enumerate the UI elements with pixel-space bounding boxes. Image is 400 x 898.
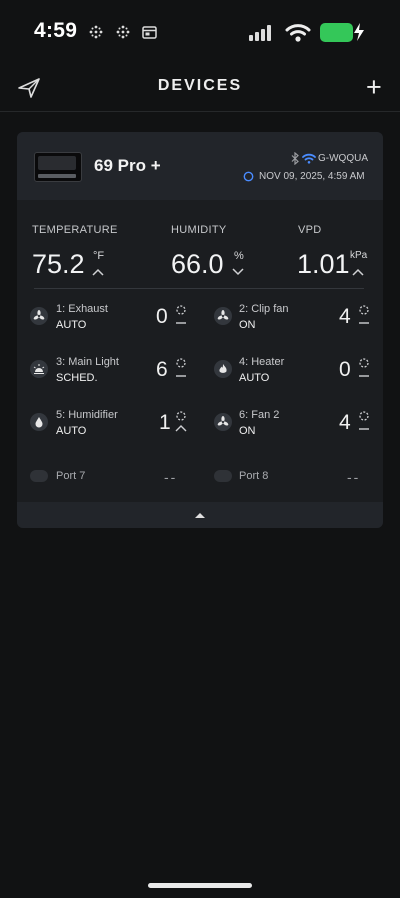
collapse-chevron-icon[interactable] xyxy=(194,511,206,519)
last-update-timestamp: NOV 09, 2025, 4:59 AM xyxy=(259,171,365,182)
port-4-name[interactable]: 4: Heater xyxy=(239,356,284,368)
port-2-name[interactable]: 2: Clip fan xyxy=(239,303,289,315)
sync-status-icon xyxy=(243,171,254,182)
wifi-icon xyxy=(285,24,311,42)
port-4-mode: AUTO xyxy=(239,372,270,384)
page-title: DEVICES xyxy=(157,77,243,94)
empty-port-icon xyxy=(30,470,48,482)
port-2-level: 4 xyxy=(339,305,351,328)
port-1-level: 0 xyxy=(156,305,168,328)
device-name: 69 Pro + xyxy=(94,156,161,175)
level-indicator-icon xyxy=(176,358,186,377)
level-indicator-icon xyxy=(359,358,369,377)
humidity-unit: % xyxy=(234,250,244,262)
port-1-mode: AUTO xyxy=(56,319,87,331)
level-indicator-icon xyxy=(359,411,369,430)
port-5-level: 1 xyxy=(159,411,171,434)
device-thumbnail xyxy=(34,152,82,182)
port-7-name[interactable]: Port 7 xyxy=(56,470,85,482)
vpd-unit: kPa xyxy=(350,250,368,261)
port-8-name[interactable]: Port 8 xyxy=(239,470,268,482)
port-3-name[interactable]: 3: Main Light xyxy=(56,356,119,368)
grid-icon xyxy=(116,25,130,39)
header-divider xyxy=(0,111,400,112)
calendar-icon xyxy=(142,26,157,39)
port-2-mode: ON xyxy=(239,319,256,331)
port-3-mode: SCHED. xyxy=(56,372,98,384)
flame-icon xyxy=(214,360,232,378)
level-indicator-up-icon xyxy=(175,411,187,432)
port-6-mode: ON xyxy=(239,425,256,437)
grid-icon xyxy=(89,25,103,39)
port-5-mode: AUTO xyxy=(56,425,87,437)
port-8-level: -- xyxy=(347,469,361,485)
network-name: G-WQQUA xyxy=(318,153,368,164)
humidity-label: HUMIDITY xyxy=(171,224,227,236)
vpd-label: VPD xyxy=(298,224,322,236)
device-wifi-icon xyxy=(302,153,316,164)
temperature-value[interactable]: 75.2 xyxy=(32,249,85,280)
humidity-value[interactable]: 66.0 xyxy=(171,249,224,280)
port-1-name[interactable]: 1: Exhaust xyxy=(56,303,108,315)
port-3-level: 6 xyxy=(156,358,168,381)
port-6-level: 4 xyxy=(339,411,351,434)
temperature-unit: °F xyxy=(93,250,105,262)
port-4-level: 0 xyxy=(339,358,351,381)
port-5-name[interactable]: 5: Humidifier xyxy=(56,409,118,421)
vpd-value[interactable]: 1.01 xyxy=(297,249,350,280)
cellular-signal-icon xyxy=(249,25,271,41)
fan-icon xyxy=(214,413,232,431)
light-icon xyxy=(30,360,48,378)
port-6-name[interactable]: 6: Fan 2 xyxy=(239,409,279,421)
droplet-icon xyxy=(30,413,48,431)
port-7-level: -- xyxy=(164,469,178,485)
add-device-button[interactable]: + xyxy=(366,72,382,102)
charging-bolt-icon xyxy=(354,23,364,41)
empty-port-icon xyxy=(214,470,232,482)
status-time: 4:59 xyxy=(34,19,78,42)
home-indicator[interactable] xyxy=(148,883,252,888)
bluetooth-icon xyxy=(291,152,299,165)
fan-icon xyxy=(214,307,232,325)
level-indicator-icon xyxy=(176,305,186,324)
temperature-label: TEMPERATURE xyxy=(32,224,118,236)
level-indicator-icon xyxy=(359,305,369,324)
fan-icon xyxy=(30,307,48,325)
readings-divider xyxy=(34,288,364,289)
trend-up-icon xyxy=(92,268,104,276)
battery-icon xyxy=(320,23,353,42)
trend-up-icon xyxy=(352,268,364,276)
trend-down-icon xyxy=(232,268,244,276)
